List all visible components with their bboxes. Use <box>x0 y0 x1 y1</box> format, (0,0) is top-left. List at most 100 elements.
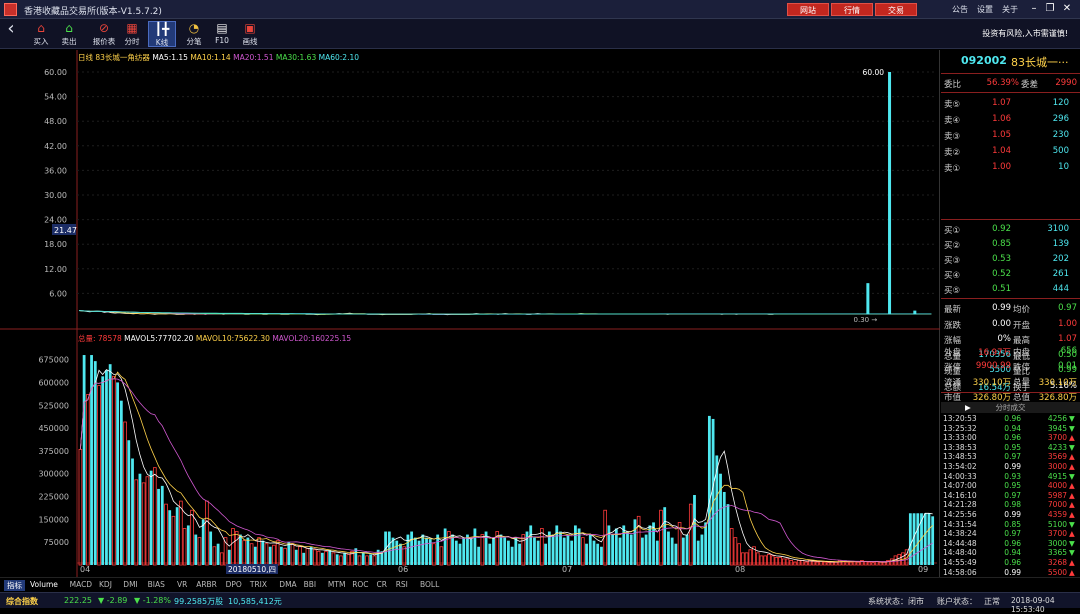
kline-chart-area[interactable]: 60.00 54.00 48.00 42.00 36.00 30.00 24.00 18.00… <box>0 50 940 577</box>
trade-volume: 3000 <box>1047 462 1067 471</box>
volume-bar <box>659 509 663 566</box>
volume-bar <box>640 537 644 565</box>
tab-cr[interactable]: CR <box>377 580 387 589</box>
volume-bar <box>298 546 302 566</box>
tab-roc[interactable]: ROC <box>352 580 368 589</box>
volume-bar <box>93 361 97 565</box>
volume-bar <box>153 467 157 566</box>
tab-bbi[interactable]: BBI <box>304 580 317 589</box>
tick-button[interactable]: ◔ 分笔 <box>180 21 208 47</box>
divider <box>941 298 1080 299</box>
stat-value: 330.10万 <box>972 378 1011 388</box>
ask-price: 1.05 <box>992 130 1011 140</box>
tab-rsi[interactable]: RSI <box>396 580 408 589</box>
volume-bar <box>466 534 469 565</box>
tab-dmi[interactable]: DMI <box>123 580 137 589</box>
settings-link[interactable]: 设置 <box>977 4 993 15</box>
volume-bar <box>239 534 242 565</box>
volume-bar <box>469 539 473 565</box>
play-icon[interactable]: ▶ <box>965 402 971 413</box>
volume-bar <box>78 448 83 566</box>
volume-tick-label: 675000 <box>38 356 69 365</box>
trade-price: 0.95 <box>1004 481 1021 491</box>
volume-bar <box>149 470 153 565</box>
close-icon[interactable]: ✕ <box>1060 3 1074 14</box>
buy-button[interactable]: ⌂ 买入 <box>27 21 55 47</box>
website-button[interactable]: 网站 <box>787 3 829 16</box>
status-bar: 综合指数 222.25 ▼ -2.89 ▼ -1.28% 99.2585万股 1… <box>0 592 1080 614</box>
tab-trix[interactable]: TRIX <box>250 580 267 589</box>
volume-bar <box>186 525 190 565</box>
volume-bar <box>141 482 146 566</box>
f10-button[interactable]: ▤ F10 <box>208 21 236 47</box>
volume-bar <box>231 528 235 566</box>
tab-arbr[interactable]: ARBR <box>196 580 217 589</box>
volume-bar <box>190 509 194 566</box>
restore-icon[interactable]: ❐ <box>1043 3 1057 14</box>
tab-dpo[interactable]: DPO <box>226 580 242 589</box>
ask-price: 1.06 <box>992 114 1011 124</box>
indicator-tabs: 指标 Volume MACD KDJ DMI BIAS VR ARBR DPO TRIX DMA BB… <box>0 577 1080 591</box>
tab-volume[interactable]: Volume <box>30 580 58 589</box>
tab-kdj[interactable]: KDJ <box>99 580 112 589</box>
volume-bar <box>134 479 139 566</box>
price-tick-label: 18.00 <box>44 240 67 249</box>
tab-bias[interactable]: BIAS <box>148 580 165 589</box>
stat-label: 外盘 <box>944 348 962 358</box>
quote-table-button[interactable]: ⊘ 报价表 <box>90 21 118 47</box>
tab-mtm[interactable]: MTM <box>328 580 346 589</box>
volume-bar <box>436 534 440 565</box>
ratio-value: 56.39% <box>986 78 1019 88</box>
volume-bar <box>157 488 160 565</box>
volume-bar <box>105 370 108 565</box>
volume-tick-label: 225000 <box>38 493 69 502</box>
tab-macd[interactable]: MACD <box>70 580 92 589</box>
volume-bar <box>670 537 674 565</box>
trade-volume: 3945 <box>1047 423 1067 433</box>
trades-header[interactable]: ▶ 分时成交 <box>941 402 1080 413</box>
trade-row: 14:44:48 0.96 3000 ▼ <box>941 539 1080 549</box>
volume-bar <box>425 537 428 565</box>
quotes-button[interactable]: 行情 <box>831 3 873 16</box>
time-share-button[interactable]: ▦ 分时 <box>118 21 146 47</box>
volume-bar <box>629 534 633 565</box>
volume-bar <box>116 382 120 565</box>
trade-button[interactable]: 交易 <box>875 3 917 16</box>
stat-label: 内盘 <box>1013 348 1031 358</box>
tab-指标[interactable]: 指标 <box>4 580 25 591</box>
diff-label: 委差 <box>1021 80 1039 90</box>
volume-bar <box>242 540 246 566</box>
kline-button[interactable]: ┃╋ K线 <box>148 21 176 47</box>
volume-bar <box>175 507 179 565</box>
about-link[interactable]: 关于 <box>1002 4 1018 15</box>
trade-price: 0.97 <box>1004 490 1021 500</box>
bid-volume: 202 <box>1052 254 1069 264</box>
trade-row: 13:38:53 0.95 4233 ▼ <box>941 443 1080 453</box>
tab-boll[interactable]: BOLL <box>420 580 439 589</box>
draw-line-button[interactable]: ▣ 画线 <box>236 21 264 47</box>
volume-bar <box>562 537 566 565</box>
stat-value: 16.97万 <box>978 348 1011 358</box>
kline-chart-svg[interactable]: 60.00 54.00 48.00 42.00 36.00 30.00 24.00 18.00… <box>0 50 940 577</box>
trade-row: 14:21:28 0.98 7000 ▲ <box>941 500 1080 510</box>
sell-button[interactable]: ⌂ 卖出 <box>55 21 83 47</box>
tab-vr[interactable]: VR <box>177 580 187 589</box>
up-arrow-icon: ▲ <box>1069 529 1075 539</box>
account-status-value: 正常 <box>984 597 1000 606</box>
announcement-link[interactable]: 公告 <box>952 4 968 15</box>
volume-bar <box>607 525 611 565</box>
legend-mavol10: MAVOL10:75622.30 <box>195 334 270 343</box>
tab-dma[interactable]: DMA <box>279 580 296 589</box>
legend-ma10: MA10:1.14 <box>190 53 231 62</box>
down-arrow-icon: ▼ <box>1069 471 1075 481</box>
minimize-icon[interactable]: – <box>1027 3 1041 14</box>
down-arrow-icon: ▼ <box>1069 548 1075 558</box>
volume-bar <box>719 473 722 565</box>
back-button[interactable]: ‹ <box>0 20 22 47</box>
volume-bar <box>287 542 291 565</box>
volume-bar <box>577 528 581 565</box>
bid-row: 买⑤ 0.51 444 <box>941 281 1080 297</box>
volume-bar <box>123 421 127 566</box>
up-arrow-icon: ▲ <box>1069 500 1075 510</box>
price-legend: 日线 83长城一角纺器 MA5:1.15 MA10:1.14 MA20:1.51… <box>78 52 359 63</box>
